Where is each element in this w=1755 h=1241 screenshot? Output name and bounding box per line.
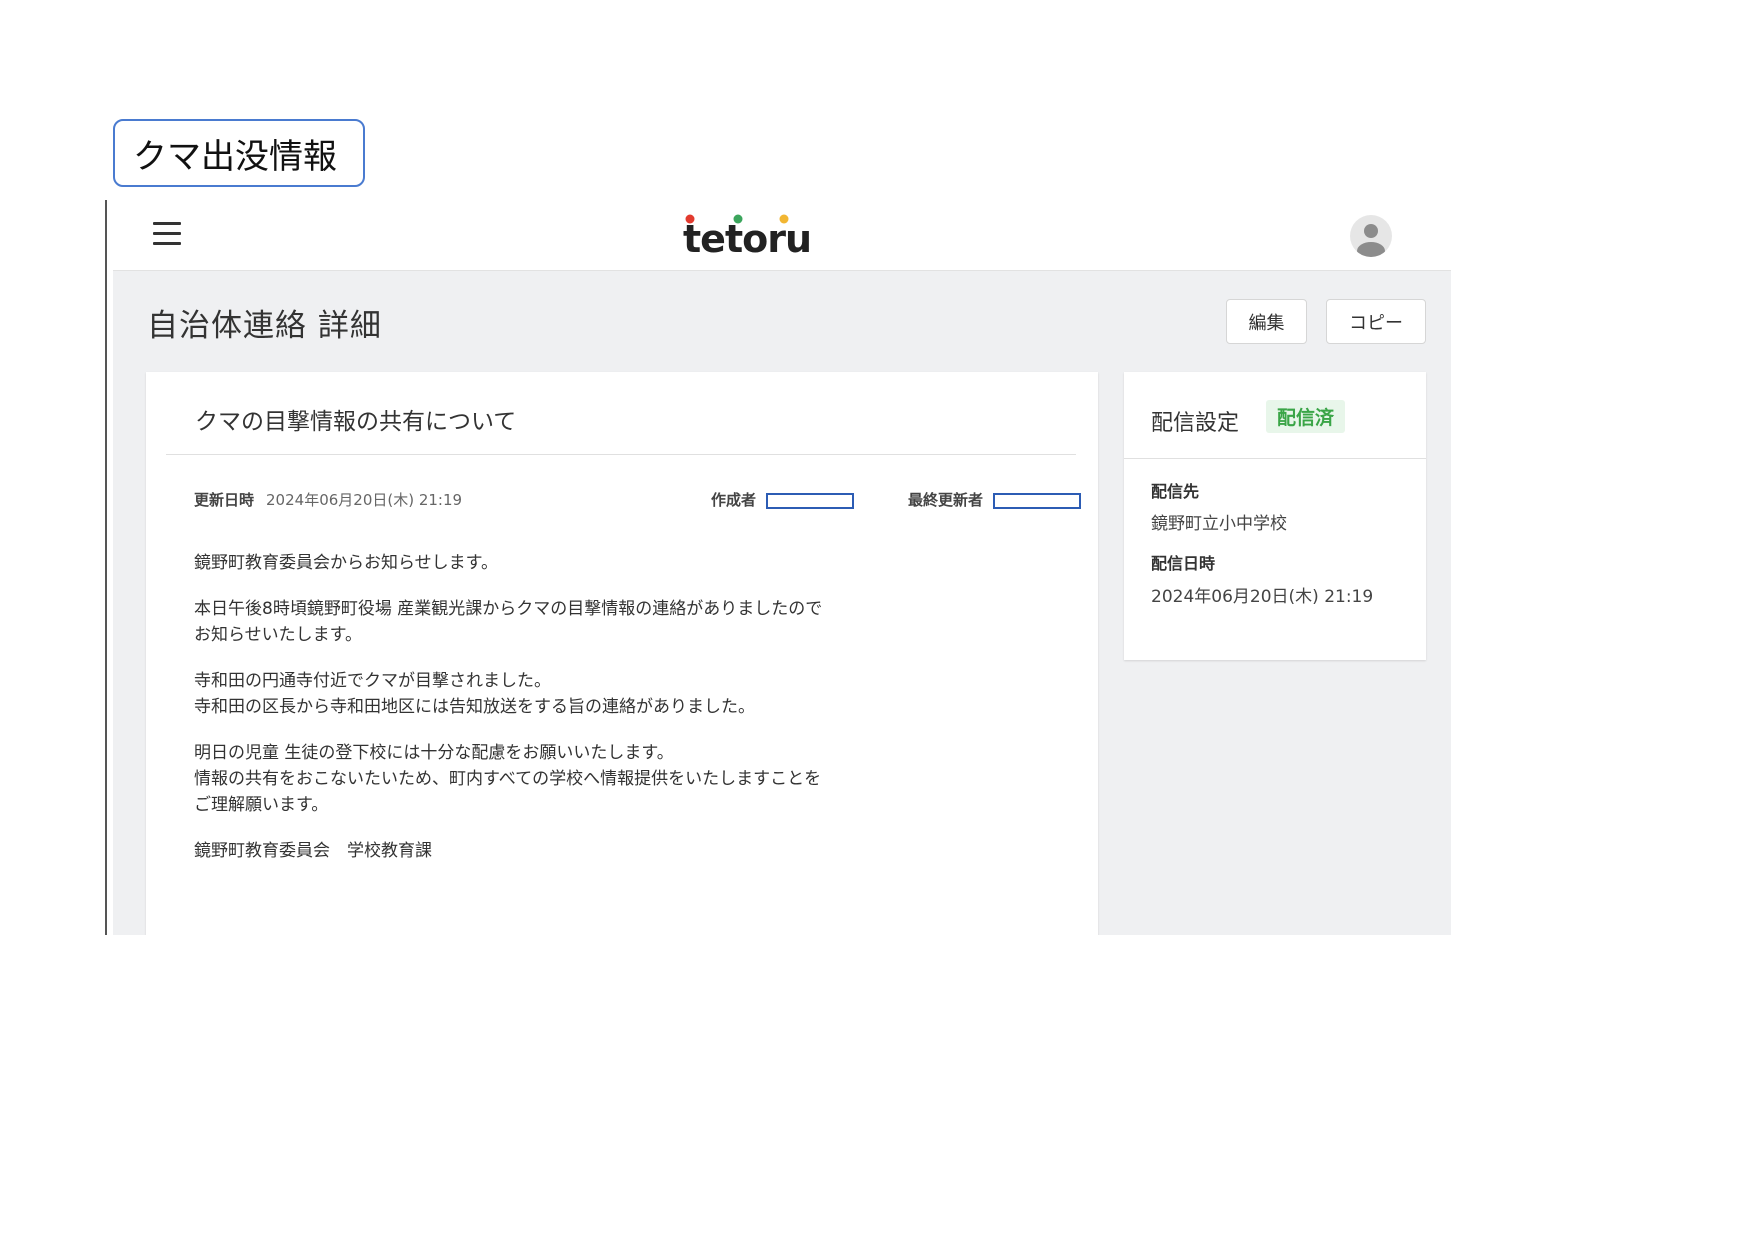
- caption-label: クマ出没情報: [113, 119, 365, 187]
- editor-label: 最終更新者: [908, 491, 984, 509]
- body-line: 鏡野町教育委員会からお知らせします。: [194, 553, 498, 573]
- author-label: 作成者: [711, 491, 757, 509]
- copy-button[interactable]: コピー: [1326, 299, 1426, 344]
- svg-text:tetoru: tetoru: [683, 217, 811, 260]
- message-card: クマの目撃情報の共有について 更新日時 2024年06月20日(木) 21:19 …: [146, 372, 1098, 935]
- body-line: 情報の共有をおこないたいため、町内すべての学校へ情報提供をいたしますことを: [194, 769, 822, 789]
- updated-label: 更新日時: [194, 491, 255, 509]
- delivery-datetime-value: 2024年06月20日(木) 21:19: [1151, 587, 1374, 607]
- left-border-line: [105, 200, 107, 935]
- body-line: 本日午後8時頃鏡野町役場 産業観光課からクマの目撃情報の連絡がありましたので: [194, 599, 823, 619]
- body-line: 寺和田の区長から寺和田地区には告知放送をする旨の連絡がありました。: [194, 697, 755, 717]
- body-line: 鏡野町教育委員会 学校教育課: [194, 841, 432, 861]
- body-line: お知らせいたします。: [194, 625, 362, 645]
- body-paragraph: 鏡野町教育委員会からお知らせします。: [194, 550, 1074, 576]
- user-avatar-icon[interactable]: [1350, 215, 1392, 257]
- tetoru-logo[interactable]: tetoru: [681, 210, 831, 261]
- body-line: 寺和田の円通寺付近でクマが目撃されました。: [194, 671, 551, 691]
- body-paragraph: 明日の児童 生徒の登下校には十分な配慮をお願いいたします。情報の共有をおこないた…: [194, 740, 1074, 818]
- hamburger-menu-icon[interactable]: [153, 222, 181, 246]
- page-title: 自治体連絡 詳細: [147, 308, 382, 344]
- author-redacted-box: [766, 492, 855, 509]
- updated-value: 2024年06月20日(木) 21:19: [266, 491, 463, 509]
- author-meta: 作成者: [711, 489, 855, 510]
- status-badge: 配信済: [1266, 400, 1346, 433]
- delivery-datetime-label: 配信日時: [1151, 554, 1216, 573]
- body-line: ご理解願います。: [194, 795, 329, 815]
- app-screen: tetoru 自治体連絡 詳細 編集 コピー クマの目撃情報の共有について 更新…: [113, 200, 1451, 935]
- delivery-settings-card: 配信設定 配信済 配信先 鏡野町立小中学校 配信日時 2024年06月20日(木…: [1124, 372, 1426, 660]
- updated-meta: 更新日時 2024年06月20日(木) 21:19: [194, 489, 462, 510]
- delivery-settings-title: 配信設定: [1151, 411, 1240, 436]
- editor-redacted-box: [993, 492, 1082, 509]
- body-paragraph: 寺和田の円通寺付近でクマが目撃されました。寺和田の区長から寺和田地区には告知放送…: [194, 668, 1074, 720]
- editor-meta: 最終更新者: [908, 489, 1082, 510]
- destination-label: 配信先: [1151, 482, 1200, 501]
- body-paragraph: 本日午後8時頃鏡野町役場 産業観光課からクマの目撃情報の連絡がありましたので お知…: [194, 596, 1074, 648]
- message-subject: クマの目撃情報の共有について: [195, 409, 517, 435]
- body-line: 明日の児童 生徒の登下校には十分な配慮をお願いいたします。: [194, 743, 674, 763]
- top-navbar: tetoru: [113, 200, 1451, 271]
- divider: [166, 454, 1076, 455]
- destination-value: 鏡野町立小中学校: [1151, 514, 1287, 534]
- message-body: 鏡野町教育委員会からお知らせします。本日午後8時頃鏡野町役場 産業観光課からクマ…: [194, 550, 1074, 884]
- body-paragraph: 鏡野町教育委員会 学校教育課: [194, 838, 1074, 864]
- edit-button[interactable]: 編集: [1226, 299, 1307, 344]
- delivery-settings-header: 配信設定 配信済: [1124, 372, 1426, 459]
